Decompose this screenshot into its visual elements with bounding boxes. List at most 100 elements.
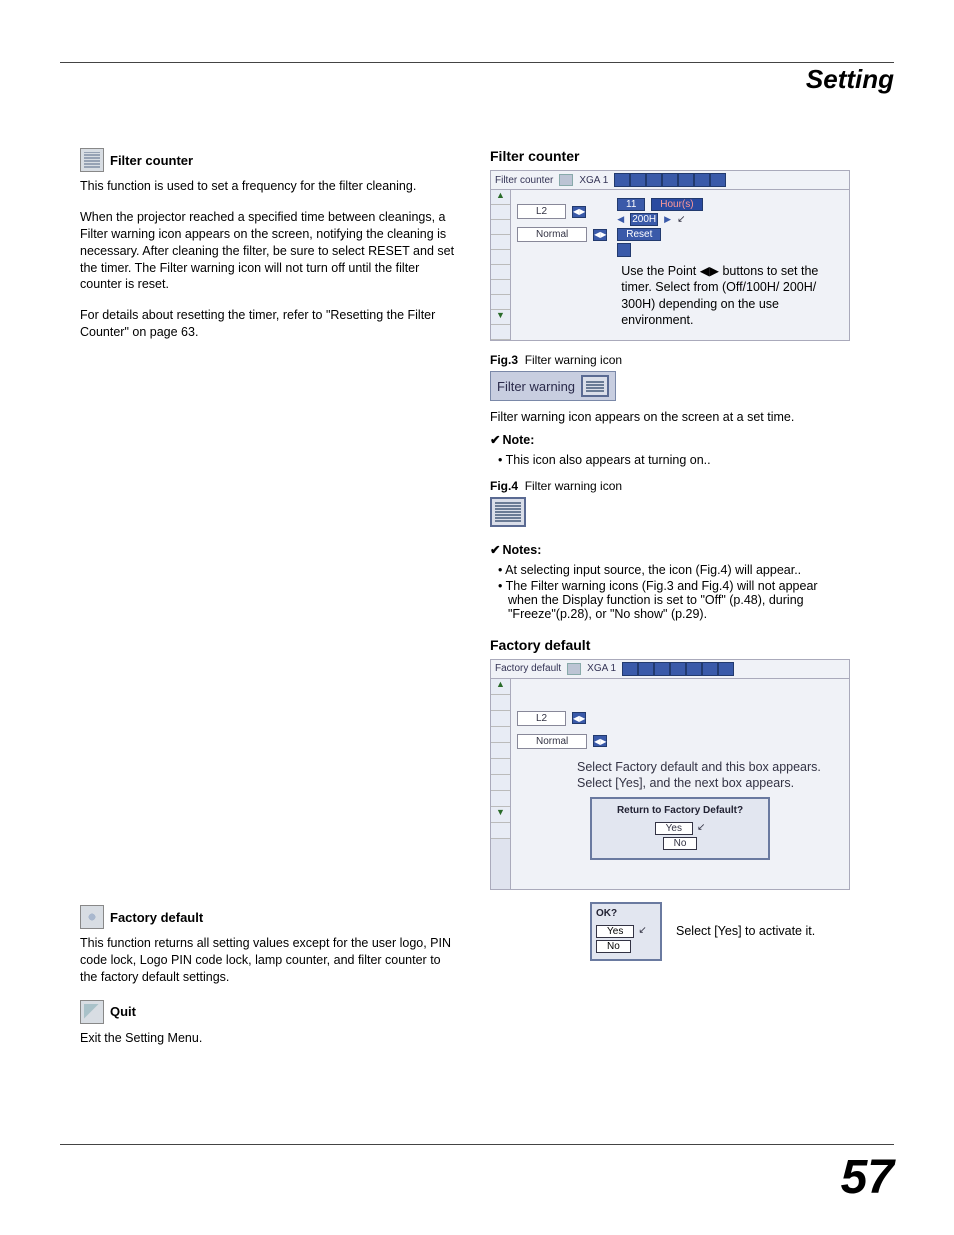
ui-tab[interactable]	[694, 173, 710, 187]
sidebar-item[interactable]	[491, 205, 510, 220]
ui-tab[interactable]	[614, 173, 630, 187]
ui-mode: XGA 1	[587, 663, 616, 674]
sidebar-exit[interactable]	[491, 325, 510, 340]
dialog2-question: OK?	[596, 908, 656, 919]
option-normal[interactable]: Normal	[517, 227, 587, 242]
ui-tab[interactable]	[638, 662, 654, 676]
sidebar-item[interactable]	[491, 775, 510, 791]
note1-list: This icon also appears at turning on..	[508, 453, 850, 467]
heading-text: Factory default	[110, 910, 203, 925]
ui-sidebar	[491, 190, 511, 340]
note-heading-1: Note:	[490, 432, 850, 447]
scroll-down-icon[interactable]	[491, 310, 510, 325]
ui-titlebar-chip	[567, 663, 581, 675]
column-right: Filter counter Filter counter XGA 1	[490, 148, 850, 1061]
left-right-arrows-icon[interactable]: ◀▶	[593, 229, 607, 241]
reset-button[interactable]: Reset	[617, 228, 661, 241]
sidebar-item[interactable]	[491, 250, 510, 265]
fig3-label: Fig.3 Filter warning icon	[490, 353, 850, 367]
sidebar-item[interactable]	[491, 695, 510, 711]
sidebar-item[interactable]	[491, 759, 510, 775]
ui-tab[interactable]	[702, 662, 718, 676]
scroll-up-icon[interactable]	[491, 679, 510, 695]
factory-default-annot1: Select Factory default and this box appe…	[577, 759, 843, 792]
ui-mode: XGA 1	[579, 175, 608, 186]
ui-tab[interactable]	[710, 173, 726, 187]
para-fc-1: This function is used to set a frequency…	[80, 178, 460, 195]
fig3-description: Filter warning icon appears on the scree…	[490, 409, 850, 426]
heading-filter-counter-right: Filter counter	[490, 148, 850, 164]
heading-factory-default-right: Factory default	[490, 637, 850, 653]
ui-tab[interactable]	[686, 662, 702, 676]
pointer-icon: ↙	[697, 822, 705, 835]
para-fc-3: For details about resetting the timer, r…	[80, 307, 460, 341]
sidebar-item[interactable]	[491, 743, 510, 759]
option-l2[interactable]: L2	[517, 204, 566, 219]
sidebar-item[interactable]	[491, 295, 510, 310]
ui-titlebar-chip	[559, 174, 573, 186]
dialog1-no-button[interactable]: No	[663, 837, 698, 850]
dialog1-question: Return to Factory Default?	[598, 805, 762, 816]
filter-counter-ui: Filter counter XGA 1	[490, 170, 850, 341]
scroll-down-icon[interactable]	[491, 807, 510, 823]
timer-value[interactable]: 200H	[630, 213, 658, 226]
hours-label: Hour(s)	[651, 198, 702, 211]
dialog1-yes-button[interactable]: Yes	[655, 822, 693, 835]
right-arrow-icon[interactable]: ▶	[664, 214, 671, 225]
dialog2-yes-button[interactable]: Yes	[596, 925, 634, 938]
column-left: Filter counter This function is used to …	[80, 148, 460, 1061]
para-quit: Exit the Setting Menu.	[80, 1030, 460, 1047]
sidebar-item[interactable]	[491, 280, 510, 295]
page-number: 57	[841, 1150, 894, 1205]
sidebar-item[interactable]	[491, 791, 510, 807]
ui-sidebar	[491, 679, 511, 889]
sidebar-item[interactable]	[491, 265, 510, 280]
scroll-up-icon[interactable]	[491, 190, 510, 205]
left-right-arrows-icon[interactable]: ◀▶	[572, 712, 586, 724]
sidebar-item[interactable]	[491, 220, 510, 235]
ui-tab[interactable]	[718, 662, 734, 676]
notes-heading: Notes:	[490, 542, 850, 557]
filter-warning-icon	[581, 375, 609, 397]
ui-tab[interactable]	[630, 173, 646, 187]
left-right-arrows-icon[interactable]: ◀▶	[572, 206, 586, 218]
heading-quit: Quit	[80, 1000, 460, 1024]
heading-factory-default-left: Factory default	[80, 905, 460, 929]
quit-icon	[80, 1000, 104, 1024]
factory-default-annot2: Select [Yes] to activate it.	[676, 923, 815, 939]
note1-item: This icon also appears at turning on..	[508, 453, 850, 467]
ui-tab[interactable]	[662, 173, 678, 187]
notes-item-2: The Filter warning icons (Fig.3 and Fig.…	[508, 579, 850, 621]
ui-tab[interactable]	[678, 173, 694, 187]
exit-icon[interactable]	[617, 243, 631, 257]
dialog2-no-button[interactable]: No	[596, 940, 631, 953]
pointer-icon: ↙	[677, 214, 685, 225]
ui-title: Filter counter	[495, 175, 553, 186]
heading-filter-counter-left: Filter counter	[80, 148, 460, 172]
ui-tab[interactable]	[646, 173, 662, 187]
sidebar-item[interactable]	[491, 727, 510, 743]
filter-warning-text: Filter warning	[497, 379, 575, 394]
filter-counter-caption: Use the Point ◀▶ buttons to set the time…	[621, 263, 843, 328]
ui-tab[interactable]	[654, 662, 670, 676]
para-fd: This function returns all setting values…	[80, 935, 460, 986]
heading-text: Quit	[110, 1004, 136, 1019]
left-arrow-icon[interactable]: ◀	[617, 214, 624, 225]
hours-value: 11	[617, 198, 645, 211]
page-header-title: Setting	[806, 64, 894, 95]
option-normal[interactable]: Normal	[517, 734, 587, 749]
notes-list: At selecting input source, the icon (Fig…	[508, 563, 850, 621]
sidebar-exit[interactable]	[491, 823, 510, 839]
pointer-icon: ↙	[638, 925, 646, 938]
confirm-dialog-1: Return to Factory Default? Yes ↙ No	[590, 797, 770, 860]
notes-item-1: At selecting input source, the icon (Fig…	[508, 563, 850, 577]
sidebar-item[interactable]	[491, 711, 510, 727]
ui-tab[interactable]	[622, 662, 638, 676]
sidebar-item[interactable]	[491, 235, 510, 250]
para-fc-2: When the projector reached a specified t…	[80, 209, 460, 293]
option-l2[interactable]: L2	[517, 711, 566, 726]
factory-default-icon	[80, 905, 104, 929]
ui-tab[interactable]	[670, 662, 686, 676]
left-right-arrows-icon[interactable]: ◀▶	[593, 735, 607, 747]
filter-warning-bar: Filter warning	[490, 371, 616, 401]
